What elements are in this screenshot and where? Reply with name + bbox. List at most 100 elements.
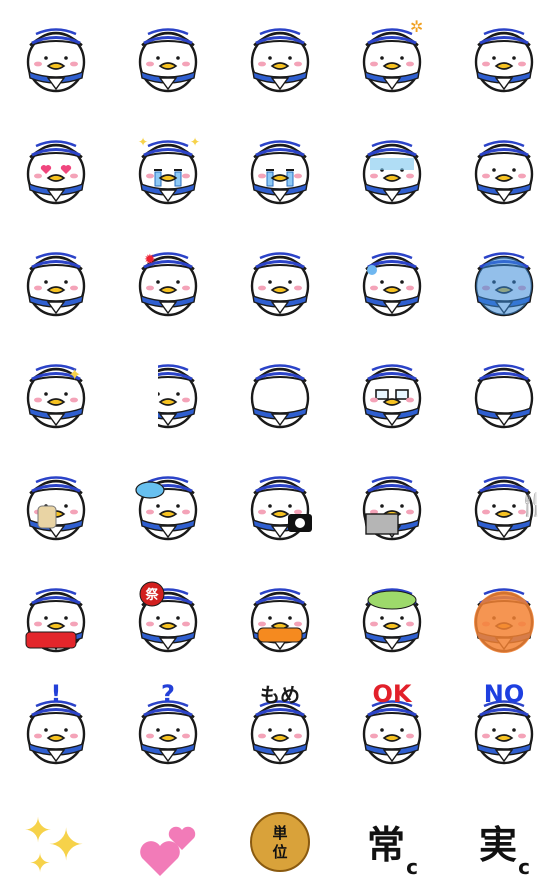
blush [406, 397, 414, 403]
emoji-cell[interactable] [112, 0, 224, 112]
emoji-art [250, 476, 312, 541]
emoji-cell[interactable] [448, 224, 560, 336]
eye [268, 728, 272, 732]
emoji-art: ✦ [26, 364, 86, 429]
eye [400, 616, 404, 620]
emoji-cell[interactable] [0, 0, 112, 112]
eye [380, 616, 384, 620]
emoji-cell[interactable] [448, 560, 560, 672]
emoji-cell[interactable] [336, 560, 448, 672]
emoji-cell[interactable] [224, 112, 336, 224]
duck-character [138, 700, 198, 765]
bear-icon [37, 505, 57, 529]
camera-lens [295, 518, 305, 528]
emoji-cell[interactable] [336, 224, 448, 336]
eye [64, 616, 68, 620]
duck-character [362, 252, 422, 317]
eye [380, 504, 384, 508]
emoji-art: 常c [367, 823, 418, 879]
emoji-cell[interactable] [336, 448, 448, 560]
emoji-art [250, 28, 310, 93]
blush [258, 173, 266, 179]
duck-character [138, 28, 198, 93]
emoji-art: ✲ [362, 17, 423, 93]
eye [268, 504, 272, 508]
emoji-cell[interactable] [224, 0, 336, 112]
duck-character [135, 476, 198, 541]
coin-label: 単 [272, 824, 287, 842]
beak [382, 734, 402, 742]
emoji-cell[interactable] [0, 112, 112, 224]
emoji-cell[interactable]: 実c [448, 784, 560, 896]
caption-text: OK [373, 680, 413, 708]
emoji-art [138, 364, 198, 434]
emoji-cell[interactable] [112, 448, 224, 560]
emoji-art [474, 588, 534, 653]
emoji-art [474, 140, 534, 205]
blush [294, 621, 302, 627]
emoji-cell[interactable] [448, 336, 560, 448]
emoji-cell[interactable] [0, 224, 112, 336]
emoji-cell[interactable] [112, 336, 224, 448]
emoji-cell[interactable]: 単位 [224, 784, 336, 896]
emoji-cell[interactable]: ✹ [112, 224, 224, 336]
emoji-art: 単位 [250, 812, 310, 872]
emoji-cell[interactable]: ✦ [0, 336, 112, 448]
duck-character [362, 140, 422, 205]
beak [46, 62, 66, 70]
eye [288, 616, 292, 620]
emoji-cell[interactable]: ! [0, 672, 112, 784]
emoji-cell[interactable] [336, 112, 448, 224]
emoji-cell[interactable] [224, 336, 336, 448]
emoji-cell[interactable]: もめ [224, 672, 336, 784]
sparkle-icon: ✦ [29, 849, 51, 879]
emoji-cell[interactable] [224, 448, 336, 560]
beak [382, 62, 402, 70]
emoji-art: 祭 [138, 581, 198, 653]
caption-text: ? [161, 680, 175, 708]
blush [182, 733, 190, 739]
emoji-cell[interactable]: OK [336, 672, 448, 784]
emoji-cell[interactable] [112, 784, 224, 896]
eye [176, 728, 180, 732]
emoji-cell[interactable] [0, 448, 112, 560]
emoji-cell[interactable]: ✦ ✦ ✦ [0, 784, 112, 896]
emoji-cell[interactable]: 🍴 [448, 448, 560, 560]
eye [288, 280, 292, 284]
emoji-cell[interactable] [448, 112, 560, 224]
duck-character [474, 588, 534, 653]
emoji-cell[interactable] [448, 0, 560, 112]
emoji-cell[interactable]: 祭 [112, 560, 224, 672]
emoji-cell[interactable] [224, 560, 336, 672]
beak [158, 622, 178, 630]
beak [158, 398, 178, 406]
emoji-art [474, 364, 534, 429]
emoji-cell[interactable]: ? [112, 672, 224, 784]
blush [34, 173, 42, 179]
emoji-cell[interactable] [336, 336, 448, 448]
eye [288, 728, 292, 732]
blush [482, 509, 490, 515]
green-cap [367, 590, 417, 610]
blush [146, 285, 154, 291]
emoji-art [25, 588, 86, 653]
heart-icon [140, 841, 180, 876]
emoji-cell[interactable] [0, 560, 112, 672]
eye [64, 728, 68, 732]
emoji-cell[interactable]: ✦ ✦ [112, 112, 224, 224]
beak [46, 622, 66, 630]
emoji-cell[interactable]: ✲ [336, 0, 448, 112]
blush [406, 61, 414, 67]
emoji-cell[interactable]: NO [448, 672, 560, 784]
eye [156, 504, 160, 508]
emoji-cell[interactable]: 常c [336, 784, 448, 896]
duck-character [250, 252, 310, 317]
blush [146, 509, 154, 515]
emoji-art: ✦ ✦ [138, 135, 200, 205]
beak [270, 734, 290, 742]
emoji-cell[interactable] [224, 224, 336, 336]
emoji-art [474, 28, 534, 93]
sparkle-icon: ✦ [48, 820, 85, 871]
emoji-art: ✹ [138, 252, 198, 317]
orange-bib [257, 627, 303, 643]
